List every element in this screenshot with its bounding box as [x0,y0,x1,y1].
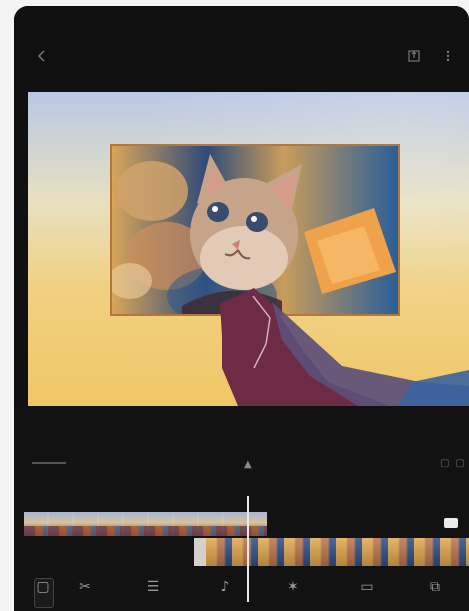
tool-3-label [130,598,176,605]
bottom-toolbar: ▢ ✂ ☰ ♪ ✶ ▭ ⧉ [14,574,469,611]
tool-7[interactable]: ⧉ [412,580,458,608]
more-icon[interactable] [440,48,456,64]
timeline-right-icons[interactable]: ▢▢ [440,458,469,469]
tool-4[interactable]: ♪ [202,580,248,608]
playhead[interactable] [247,496,249,602]
hand-cursor-illustration [220,288,469,406]
time-progress-line [32,462,66,464]
track-2-overlay [206,538,469,566]
export-icon[interactable] [406,48,422,64]
more-tools-icon: ⧉ [430,579,440,595]
audio-icon: ♪ [220,579,230,595]
video-editor-device: ▲ ▢▢ ▢ ✂ ☰ ♪ ✶ ▭ ⧉ [14,6,469,611]
effects-icon: ✶ [287,579,299,595]
tool-1-label [20,598,66,605]
back-icon[interactable] [34,48,50,64]
layers-icon: ☰ [146,579,160,595]
timeline-track-2[interactable] [194,538,469,566]
tool-6-label [344,598,390,605]
video-preview[interactable] [28,92,469,406]
tool-7-label [412,598,458,605]
tool-2-label [62,598,108,605]
track-1-thumbnails [24,526,267,536]
cut-icon: ✂ [79,579,91,595]
playhead-caret-icon[interactable]: ▲ [244,459,252,470]
tool-4-label [202,598,248,605]
tool-3[interactable]: ☰ [130,580,176,608]
tool-6[interactable]: ▭ [344,580,390,608]
timeline-track-1[interactable] [24,512,267,536]
top-bar [14,6,469,90]
tool-5[interactable]: ✶ [270,580,316,608]
tool-2[interactable]: ✂ [62,580,108,608]
crop-icon: ▭ [360,579,374,595]
tool-5-label [270,598,316,605]
square-icon: ▢ [36,579,50,595]
time-indicator-row: ▲ [14,459,469,476]
timeline-panel: ▲ ▢▢ ▢ ✂ ☰ ♪ ✶ ▭ ⧉ [14,408,469,611]
tool-1[interactable]: ▢ [20,580,66,608]
track-tag-icon[interactable] [444,518,458,528]
